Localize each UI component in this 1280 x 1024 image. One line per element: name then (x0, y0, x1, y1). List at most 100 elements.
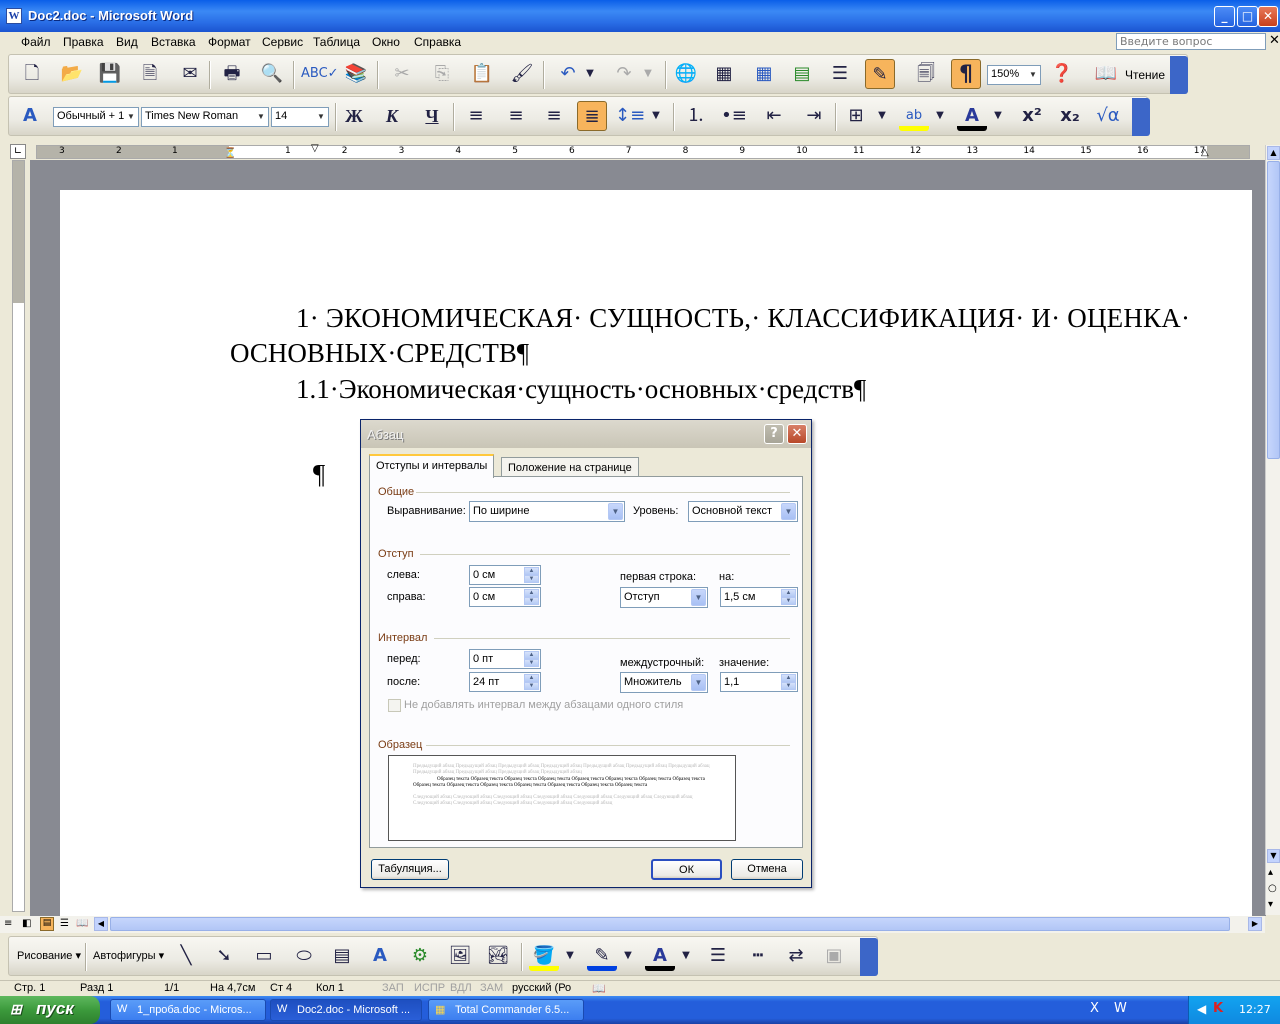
tab-indents-spacing[interactable]: Отступы и интервалы (369, 454, 495, 478)
toolbar-options-icon[interactable] (1132, 98, 1150, 136)
menu-tools[interactable]: Сервис (262, 35, 303, 49)
spin-up-icon[interactable]: ▲ (781, 674, 796, 682)
indent-by-spinner[interactable]: 1,5 см ▲ ▼ (720, 587, 798, 607)
permission-icon[interactable]: 🗎 (135, 59, 165, 89)
browse-object-icon[interactable]: ○ (1268, 883, 1277, 894)
dash-style-icon[interactable]: ┅ (743, 941, 773, 971)
spin-up-icon[interactable]: ▲ (781, 589, 796, 597)
arrow-icon[interactable]: ➘ (209, 941, 239, 971)
prev-page-icon[interactable]: ▴ (1268, 867, 1273, 878)
spin-up-icon[interactable]: ▲ (524, 589, 539, 597)
spin-down-icon[interactable]: ▼ (524, 597, 539, 605)
status-rec[interactable]: ЗАП (382, 982, 404, 994)
tray-back-icon[interactable]: ◀ (1197, 1002, 1206, 1016)
line-spacing-dropdown-icon[interactable]: ▼ (649, 101, 663, 131)
alignment-select[interactable]: По ширине ▼ (469, 501, 625, 522)
increase-indent-icon[interactable]: ⇥ (799, 101, 829, 131)
first-line-indent-icon[interactable]: ▽ (311, 143, 319, 154)
new-doc-icon[interactable]: 🗋 (17, 59, 47, 89)
cut-icon[interactable]: ✂ (387, 59, 417, 89)
style-combo[interactable]: Обычный + 1 ▼ (53, 107, 139, 127)
open-folder-icon[interactable]: 📂 (57, 59, 87, 89)
borders-icon[interactable]: ⊞ (841, 101, 871, 131)
spacing-before-spinner[interactable]: 0 пт ▲ ▼ (469, 649, 541, 669)
undo-dropdown-icon[interactable]: ▼ (583, 59, 597, 89)
spin-down-icon[interactable]: ▼ (524, 682, 539, 690)
spin-up-icon[interactable]: ▲ (524, 567, 539, 575)
align-left-icon[interactable]: ≡ (461, 101, 491, 131)
task-proba-doc[interactable]: W 1_проба.doc - Micros... (110, 999, 266, 1021)
wordart-icon[interactable]: A (365, 941, 395, 971)
maximize-button[interactable]: □ (1237, 6, 1258, 27)
scroll-left-icon[interactable]: ◀ (94, 917, 108, 931)
rectangle-icon[interactable]: ▭ (249, 941, 279, 971)
shadow-style-icon[interactable]: ▣ (819, 941, 849, 971)
show-formatting-icon[interactable]: ¶ (951, 59, 981, 89)
line-icon[interactable]: ╲ (171, 941, 201, 971)
styles-icon[interactable]: A (15, 101, 45, 131)
task-doc2[interactable]: W Doc2.doc - Microsoft ... (270, 999, 422, 1021)
columns-icon[interactable]: ☰ (825, 59, 855, 89)
italic-icon[interactable]: К (377, 101, 407, 131)
indent-right-spinner[interactable]: 0 см ▲ ▼ (469, 587, 541, 607)
toolbar-options-icon[interactable] (1170, 56, 1188, 94)
task-total-commander[interactable]: ▦ Total Commander 6.5... (428, 999, 584, 1021)
word-quicklaunch-icon[interactable]: W (1114, 1001, 1127, 1016)
spelling-status-icon[interactable]: 📖 (592, 982, 606, 995)
spin-down-icon[interactable]: ▼ (524, 575, 539, 583)
menu-table[interactable]: Таблица (313, 35, 360, 49)
close-button[interactable]: ✕ (1258, 6, 1278, 27)
font-color-icon[interactable]: A (957, 101, 987, 131)
font-color-icon[interactable]: A (645, 941, 675, 971)
email-icon[interactable]: ✉ (175, 59, 205, 89)
vertical-scrollbar[interactable]: ▲ ▼ ▴ ○ ▾ (1265, 145, 1280, 915)
hscroll-thumb[interactable] (110, 917, 1230, 931)
toolbar-options-icon[interactable] (860, 938, 878, 976)
document-map-icon[interactable]: 🗐 (911, 59, 941, 89)
highlight-dropdown-icon[interactable]: ▼ (933, 101, 947, 131)
scroll-right-icon[interactable]: ▶ (1248, 917, 1262, 931)
superscript-icon[interactable]: x² (1017, 101, 1047, 131)
print-preview-icon[interactable]: 🔍 (257, 59, 287, 89)
justify-icon[interactable]: ≣ (577, 101, 607, 131)
normal-view-icon[interactable]: ≡ (4, 918, 12, 929)
undo-icon[interactable]: ↶ (553, 59, 583, 89)
line-color-dropdown-icon[interactable]: ▼ (621, 941, 635, 971)
minimize-button[interactable]: _ (1214, 6, 1235, 27)
scroll-thumb[interactable] (1267, 161, 1280, 459)
underline-icon[interactable]: Ч (417, 101, 447, 131)
spin-down-icon[interactable]: ▼ (524, 659, 539, 667)
line-spacing-icon[interactable]: ↕≡ (615, 101, 645, 131)
font-color-dropdown-icon[interactable]: ▼ (991, 101, 1005, 131)
numbering-icon[interactable]: ⒈ (681, 101, 711, 131)
paste-icon[interactable]: 📋 (467, 59, 497, 89)
research-icon[interactable]: 📚 (341, 59, 371, 89)
start-button[interactable]: ⊞ пуск (0, 996, 100, 1024)
close-icon[interactable]: ✕ (787, 424, 807, 444)
subscript-icon[interactable]: x₂ (1055, 101, 1085, 131)
menu-format[interactable]: Формат (208, 35, 251, 49)
menu-view[interactable]: Вид (116, 35, 138, 49)
web-view-icon[interactable]: ◧ (22, 918, 31, 929)
no-space-checkbox[interactable] (388, 699, 401, 712)
bullets-icon[interactable]: •≡ (719, 101, 749, 131)
drawing-menu[interactable]: Рисование ▾ (17, 949, 81, 962)
reading-view-icon[interactable]: 📖 (76, 918, 88, 929)
spelling-icon[interactable]: ABC✓ (301, 59, 339, 89)
picture-icon[interactable]: 🏞 (483, 941, 513, 971)
line-spacing-select[interactable]: Множитель ▼ (620, 672, 708, 693)
status-ext[interactable]: ВДЛ (450, 982, 472, 994)
close-doc-icon[interactable]: ✕ (1269, 33, 1280, 48)
save-icon[interactable]: 💾 (95, 59, 125, 89)
arrow-style-icon[interactable]: ⇄ (781, 941, 811, 971)
tab-selector-icon[interactable]: ∟ (10, 144, 26, 159)
left-indent-marker-icon[interactable]: ⏳ (224, 148, 236, 159)
print-layout-icon[interactable]: ▤ (40, 917, 54, 931)
help-icon[interactable]: ❓ (1047, 59, 1077, 89)
spacing-at-spinner[interactable]: 1,1 ▲ ▼ (720, 672, 798, 692)
ok-button[interactable]: ОК (651, 859, 722, 880)
excel-quicklaunch-icon[interactable]: X (1090, 1001, 1099, 1016)
insert-excel-icon[interactable]: ▤ (787, 59, 817, 89)
horizontal-ruler[interactable]: 3 2 1 1 2 3 4 5 6 7 8 9 10 11 12 13 14 15 16 17 ⏳ ▽ △ (36, 143, 1250, 159)
first-line-select[interactable]: Отступ ▼ (620, 587, 708, 608)
